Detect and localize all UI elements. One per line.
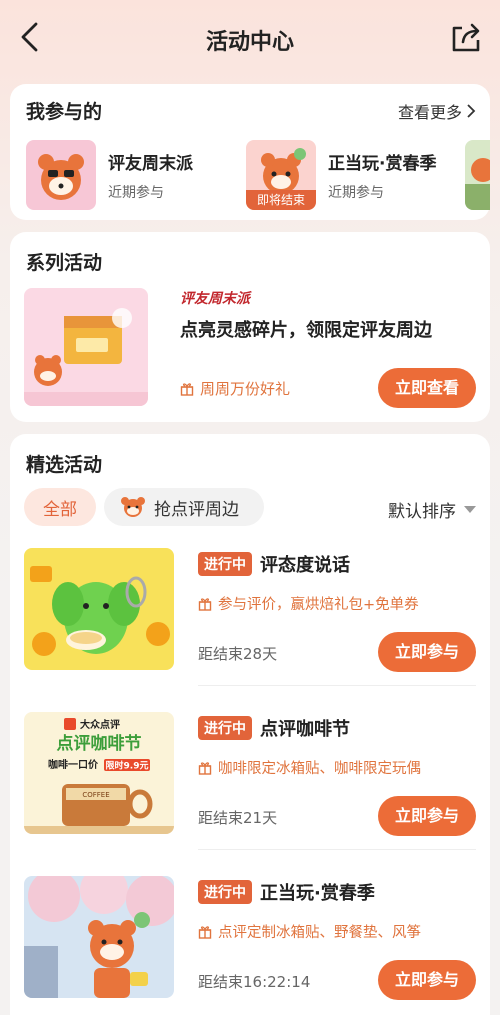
participated-item-spring[interactable]: 即将结束 正当玩·赏春季 近期参与 (246, 140, 436, 210)
sort-label: 默认排序 (388, 502, 456, 522)
status-badge: 进行中 (198, 552, 252, 576)
weekend-party-thumbnail (26, 140, 96, 210)
activity-card[interactable]: 进行中 正当玩·赏春季 点评定制冰箱贴、野餐垫、风筝 距结束16:22:14 立… (10, 876, 490, 1015)
participated-title: 我参与的 (26, 101, 103, 123)
series-section: 系列活动 评友周末派 点亮灵感碎片，领限定评友周边 周周万份好礼 立即查看 (10, 232, 490, 422)
activity-card[interactable]: 大众点评 点评咖啡节 咖啡一口价 限时9.9元 COFFEE 进行中 点评咖啡节… (10, 712, 490, 862)
participated-item-partial[interactable] (465, 140, 490, 210)
gift-icon (180, 382, 194, 396)
activity-timer: 距结束21天 (198, 809, 278, 827)
activity-name: 评态度说话 (260, 555, 350, 576)
view-more-label: 查看更多 (397, 103, 462, 122)
caret-down-icon (464, 506, 476, 513)
participated-item-sub: 近期参与 (108, 184, 164, 201)
sort-dropdown[interactable]: 默认排序 (388, 497, 476, 522)
activity-thumbnail-coffee: 大众点评 点评咖啡节 咖啡一口价 限时9.9元 COFFEE (24, 712, 174, 834)
featured-title: 精选活动 (26, 454, 103, 476)
status-badge: 进行中 (198, 880, 252, 904)
featured-section: 精选活动 全部 抢点评周边 默认排序 进行中 评态度说话 参与评价，赢烘焙礼包+… (10, 434, 490, 1015)
join-button[interactable]: 立即参与 (378, 796, 476, 836)
series-brand: 评友周末派 (180, 291, 250, 307)
activity-thumbnail-review (24, 548, 174, 670)
series-perk: 周周万份好礼 (180, 378, 290, 399)
participated-item-weekend-party[interactable]: 评友周末派 近期参与 (26, 140, 193, 210)
activity-perk: 参与评价，赢烘焙礼包+免单券 (198, 593, 419, 614)
coffee-poster-price: 限时9.9元 (106, 760, 149, 772)
filter-chip-merch[interactable]: 抢点评周边 (104, 488, 264, 526)
activity-perk-text: 点评定制冰箱贴、野餐垫、风筝 (218, 925, 421, 941)
series-banner-image[interactable] (24, 288, 148, 406)
spring-thumbnail: 即将结束 (246, 140, 316, 210)
series-perk-text: 周周万份好礼 (200, 380, 291, 398)
participated-section: 我参与的 查看更多 评友周末派 近期参与 即将结束 正当玩·赏春季 近期参与 (10, 84, 490, 220)
series-view-button[interactable]: 立即查看 (378, 368, 476, 408)
coffee-poster-title: 点评咖啡节 (57, 733, 142, 754)
view-more-link[interactable]: 查看更多 (398, 99, 476, 123)
participated-item-name: 正当玩·赏春季 (328, 153, 437, 174)
ending-soon-badge: 即将结束 (246, 190, 316, 210)
activity-card[interactable]: 进行中 评态度说话 参与评价，赢烘焙礼包+免单券 距结束28天 立即参与 (10, 548, 490, 698)
activity-timer: 距结束16:22:14 (198, 973, 311, 991)
join-button[interactable]: 立即参与 (378, 960, 476, 1000)
coffee-poster-slogan: 咖啡一口价 (48, 758, 99, 771)
status-badge: 进行中 (198, 716, 252, 740)
coffee-poster-cup-label: COFFEE (82, 791, 109, 799)
gift-icon (198, 925, 212, 939)
coffee-poster-brand: 大众点评 (80, 718, 120, 731)
divider (198, 849, 476, 850)
activity-perk: 咖啡限定冰箱贴、咖啡限定玩偶 (198, 757, 421, 778)
activity-perk-text: 咖啡限定冰箱贴、咖啡限定玩偶 (218, 761, 421, 777)
activity-perk-text: 参与评价，赢烘焙礼包+免单券 (218, 597, 419, 613)
gift-icon (198, 597, 212, 611)
header: 活动中心 (0, 0, 500, 78)
divider (198, 685, 476, 686)
filter-chip-merch-label: 抢点评周边 (154, 499, 239, 520)
filter-chip-all[interactable]: 全部 (24, 488, 96, 526)
series-title: 系列活动 (26, 252, 103, 274)
participated-item-name: 评友周末派 (108, 153, 193, 174)
participated-item-sub: 近期参与 (328, 184, 384, 201)
gift-icon (198, 761, 212, 775)
red-panda-icon (121, 497, 145, 517)
share-button[interactable] (450, 20, 482, 54)
activity-name: 正当玩·赏春季 (260, 883, 375, 904)
series-headline: 点亮灵感碎片，领限定评友周边 (180, 320, 432, 341)
join-button[interactable]: 立即参与 (378, 632, 476, 672)
activity-perk: 点评定制冰箱贴、野餐垫、风筝 (198, 921, 421, 942)
chevron-right-icon (467, 104, 476, 118)
page-title: 活动中心 (205, 30, 294, 55)
share-icon (452, 23, 480, 52)
activity-timer: 距结束28天 (198, 645, 278, 663)
activity-name: 点评咖啡节 (260, 719, 350, 740)
activity-thumbnail-spring (24, 876, 174, 998)
